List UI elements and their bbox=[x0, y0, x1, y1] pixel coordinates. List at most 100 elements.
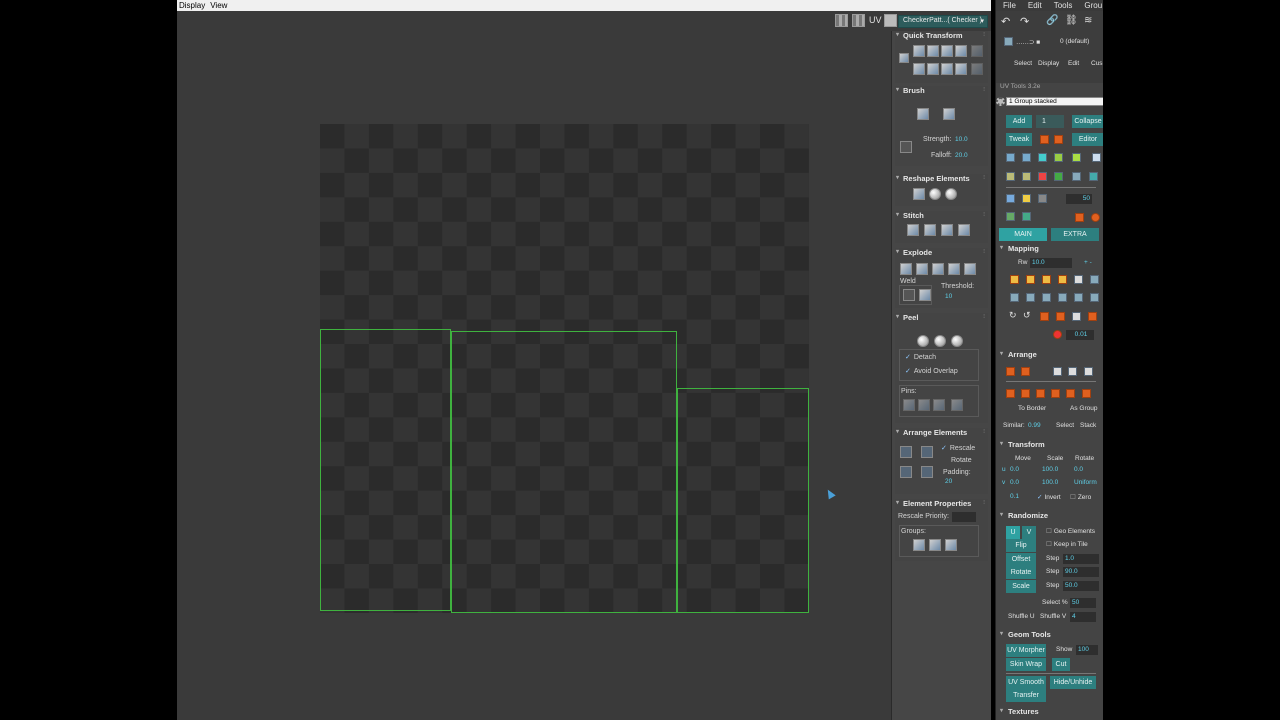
increment-buttons[interactable]: + - bbox=[1084, 259, 1092, 266]
drag-handle-icon[interactable]: ⁝ bbox=[983, 428, 985, 435]
transfer-button[interactable]: Transfer bbox=[1006, 689, 1046, 702]
uniform-button[interactable]: Uniform bbox=[1074, 479, 1097, 486]
offset-button[interactable]: Offset bbox=[1006, 553, 1036, 566]
add-button[interactable]: Add bbox=[1006, 115, 1032, 128]
redo-icon[interactable]: ↷ bbox=[1020, 15, 1029, 28]
submenu-select[interactable]: Select bbox=[1014, 60, 1032, 67]
pin-icon[interactable] bbox=[933, 399, 945, 411]
editor-button[interactable]: Editor bbox=[1072, 133, 1103, 146]
pin-icon[interactable] bbox=[951, 399, 963, 411]
add-count-dropdown[interactable]: 1 bbox=[1036, 115, 1064, 128]
random-v-toggle[interactable]: V bbox=[1022, 526, 1036, 539]
eyedropper-icon[interactable] bbox=[1074, 275, 1083, 284]
scale-random-button[interactable]: Scale bbox=[1006, 580, 1036, 593]
distribute-icon[interactable] bbox=[1053, 367, 1062, 376]
align-icon[interactable] bbox=[1042, 293, 1051, 302]
stack-button[interactable]: Stack bbox=[1080, 422, 1096, 429]
cyl-map-icon[interactable] bbox=[1042, 275, 1051, 284]
section-title-geom-tools[interactable]: Geom Tools bbox=[1000, 630, 1051, 639]
show-value-field[interactable]: 100 bbox=[1076, 645, 1098, 655]
face-mode-icon[interactable] bbox=[1038, 153, 1047, 162]
shrink-icon[interactable] bbox=[1072, 172, 1081, 181]
flip-icon[interactable] bbox=[1056, 312, 1065, 321]
tab-main[interactable]: MAIN bbox=[999, 228, 1047, 241]
section-title[interactable]: Arrange Elements bbox=[895, 428, 988, 437]
to-border-button[interactable]: To Border bbox=[1018, 405, 1046, 412]
vertex-mode-icon[interactable] bbox=[1006, 153, 1015, 162]
align-icon[interactable] bbox=[1058, 293, 1067, 302]
keep-in-tile-checkbox[interactable]: Keep in Tile bbox=[1046, 540, 1088, 548]
flip-icon[interactable] bbox=[1040, 312, 1049, 321]
random-u-toggle[interactable]: U bbox=[1006, 526, 1020, 539]
align-icon[interactable] bbox=[927, 45, 939, 57]
section-title-mapping[interactable]: Mapping bbox=[1000, 244, 1039, 253]
convert-icon[interactable] bbox=[1038, 172, 1047, 181]
explode-icon[interactable] bbox=[900, 263, 912, 275]
distribute-icon[interactable] bbox=[1068, 367, 1077, 376]
scale-step-field[interactable]: 50.0 bbox=[1063, 581, 1099, 591]
align-icon[interactable] bbox=[1010, 293, 1019, 302]
brush-icon[interactable] bbox=[917, 108, 929, 120]
menu-view[interactable]: View bbox=[208, 0, 230, 11]
select-similar-button[interactable]: Select bbox=[1056, 422, 1074, 429]
menu-group[interactable]: Grou bbox=[1077, 0, 1103, 11]
uv-morpher-button[interactable]: UV Morpher bbox=[1006, 644, 1046, 657]
group-name-field[interactable]: 1 Group stacked bbox=[1006, 97, 1103, 106]
element-mode-icon[interactable] bbox=[1054, 153, 1063, 162]
select-percent-label[interactable]: Select % bbox=[1042, 599, 1068, 606]
cube-icon[interactable] bbox=[1075, 213, 1084, 222]
section-title-textures[interactable]: Textures bbox=[1000, 707, 1039, 716]
image-icon[interactable] bbox=[1006, 212, 1015, 221]
precision-field[interactable]: 0.01 bbox=[1066, 330, 1094, 340]
pivot-icon[interactable] bbox=[899, 53, 909, 63]
select-percent-field[interactable]: 50 bbox=[1070, 598, 1096, 608]
orange-tool-icon[interactable] bbox=[1054, 135, 1063, 144]
drag-handle-icon[interactable]: ⁝ bbox=[983, 86, 985, 93]
drag-handle-icon[interactable]: ⁝ bbox=[983, 31, 985, 38]
menu-tools[interactable]: Tools bbox=[1047, 0, 1078, 11]
align-right-icon[interactable] bbox=[1036, 389, 1045, 398]
shuffle-u-button[interactable]: Shuffle U bbox=[1008, 613, 1035, 620]
explode-icon[interactable] bbox=[948, 263, 960, 275]
grow-icon[interactable] bbox=[1054, 172, 1063, 181]
cut-icon[interactable] bbox=[1088, 312, 1097, 321]
detach-checkbox[interactable]: Detach bbox=[905, 353, 936, 361]
falloff-value[interactable]: 20.0 bbox=[955, 152, 968, 159]
pack-icon[interactable] bbox=[921, 466, 933, 478]
checker-icon[interactable] bbox=[1006, 194, 1015, 203]
geo-elements-checkbox[interactable]: Geo Elements bbox=[1046, 527, 1095, 535]
straighten-icon[interactable] bbox=[913, 188, 925, 200]
menu-file[interactable]: File bbox=[996, 0, 1021, 11]
pack-icon[interactable] bbox=[921, 446, 933, 458]
drag-handle-icon[interactable]: ⁝ bbox=[983, 499, 985, 506]
collapse-button[interactable]: Collapse bbox=[1072, 115, 1103, 128]
rescale-checkbox[interactable]: Rescale bbox=[941, 444, 975, 452]
drag-handle-icon[interactable]: ⁝ bbox=[983, 211, 985, 218]
section-title-transform[interactable]: Transform bbox=[1000, 440, 1045, 449]
uv-shell[interactable] bbox=[677, 388, 809, 613]
distribute-icon[interactable] bbox=[1084, 367, 1093, 376]
weld-icon[interactable] bbox=[903, 289, 915, 301]
avoid-overlap-checkbox[interactable]: Avoid Overlap bbox=[905, 367, 958, 375]
rotate-icon[interactable] bbox=[955, 45, 967, 57]
similar-value[interactable]: 0.99 bbox=[1028, 422, 1041, 429]
select-mode-icon[interactable] bbox=[1092, 153, 1101, 162]
stitch-icon[interactable] bbox=[924, 224, 936, 236]
section-title-randomize[interactable]: Randomize bbox=[1000, 511, 1048, 520]
record-icon[interactable] bbox=[1053, 330, 1062, 339]
layer-toggles[interactable]: ……⊃ ■ bbox=[1016, 38, 1040, 46]
v-scale-field[interactable]: 100.0 bbox=[1042, 479, 1058, 486]
tab-extra[interactable]: EXTRA bbox=[1051, 228, 1099, 241]
uv-shell[interactable] bbox=[451, 331, 677, 613]
select-mode-icon[interactable] bbox=[1072, 153, 1081, 162]
section-title[interactable]: Element Properties bbox=[895, 499, 988, 508]
bind-icon[interactable]: ≋ bbox=[1084, 15, 1092, 26]
box-map-icon[interactable] bbox=[1026, 275, 1035, 284]
u-scale-field[interactable]: 100.0 bbox=[1042, 466, 1058, 473]
group-icon[interactable] bbox=[929, 539, 941, 551]
as-group-button[interactable]: As Group bbox=[1070, 405, 1097, 412]
section-title[interactable]: Quick Transform bbox=[895, 31, 988, 40]
explode-icon[interactable] bbox=[916, 263, 928, 275]
align-hcenter-icon[interactable] bbox=[1021, 389, 1030, 398]
arrange-icon[interactable] bbox=[1006, 367, 1015, 376]
